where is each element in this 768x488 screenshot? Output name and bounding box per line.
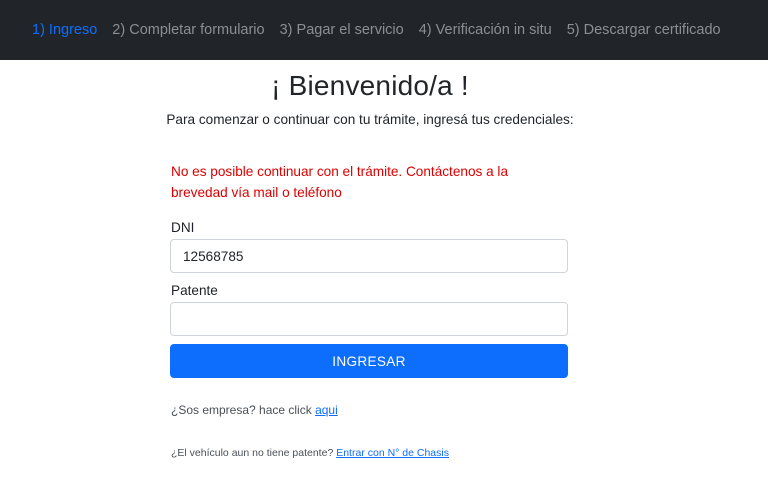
patente-input[interactable]: [170, 302, 568, 336]
empresa-prompt: ¿Sos empresa? hace click aqui: [171, 403, 338, 417]
patente-label: Patente: [171, 283, 218, 298]
empresa-text: ¿Sos empresa? hace click: [171, 403, 312, 417]
dni-label: DNI: [171, 220, 195, 235]
chasis-prompt: ¿El vehículo aun no tiene patente? Entra…: [171, 447, 449, 459]
step-verificacion[interactable]: 4) Verificación in situ: [419, 22, 552, 38]
step-pagar-servicio[interactable]: 3) Pagar el servicio: [280, 22, 404, 38]
chasis-link[interactable]: Entrar con N° de Chasis: [336, 447, 449, 459]
dni-input[interactable]: [170, 239, 568, 273]
chasis-text: ¿El vehículo aun no tiene patente?: [171, 447, 334, 459]
page-title: ¡ Bienvenido/a !: [271, 70, 469, 101]
step-completar-formulario[interactable]: 2) Completar formulario: [112, 22, 264, 38]
error-message: No es posible continuar con el trámite. …: [171, 164, 509, 200]
step-descargar-certificado[interactable]: 5) Descargar certificado: [567, 22, 721, 38]
ingresar-button[interactable]: INGRESAR: [170, 344, 568, 378]
step-ingreso[interactable]: 1) Ingreso: [32, 22, 97, 38]
intro-text: Para comenzar o continuar con tu trámite…: [166, 112, 574, 127]
steps-navbar: 1) Ingreso 2) Completar formulario 3) Pa…: [0, 0, 768, 60]
empresa-link[interactable]: aqui: [315, 403, 338, 417]
